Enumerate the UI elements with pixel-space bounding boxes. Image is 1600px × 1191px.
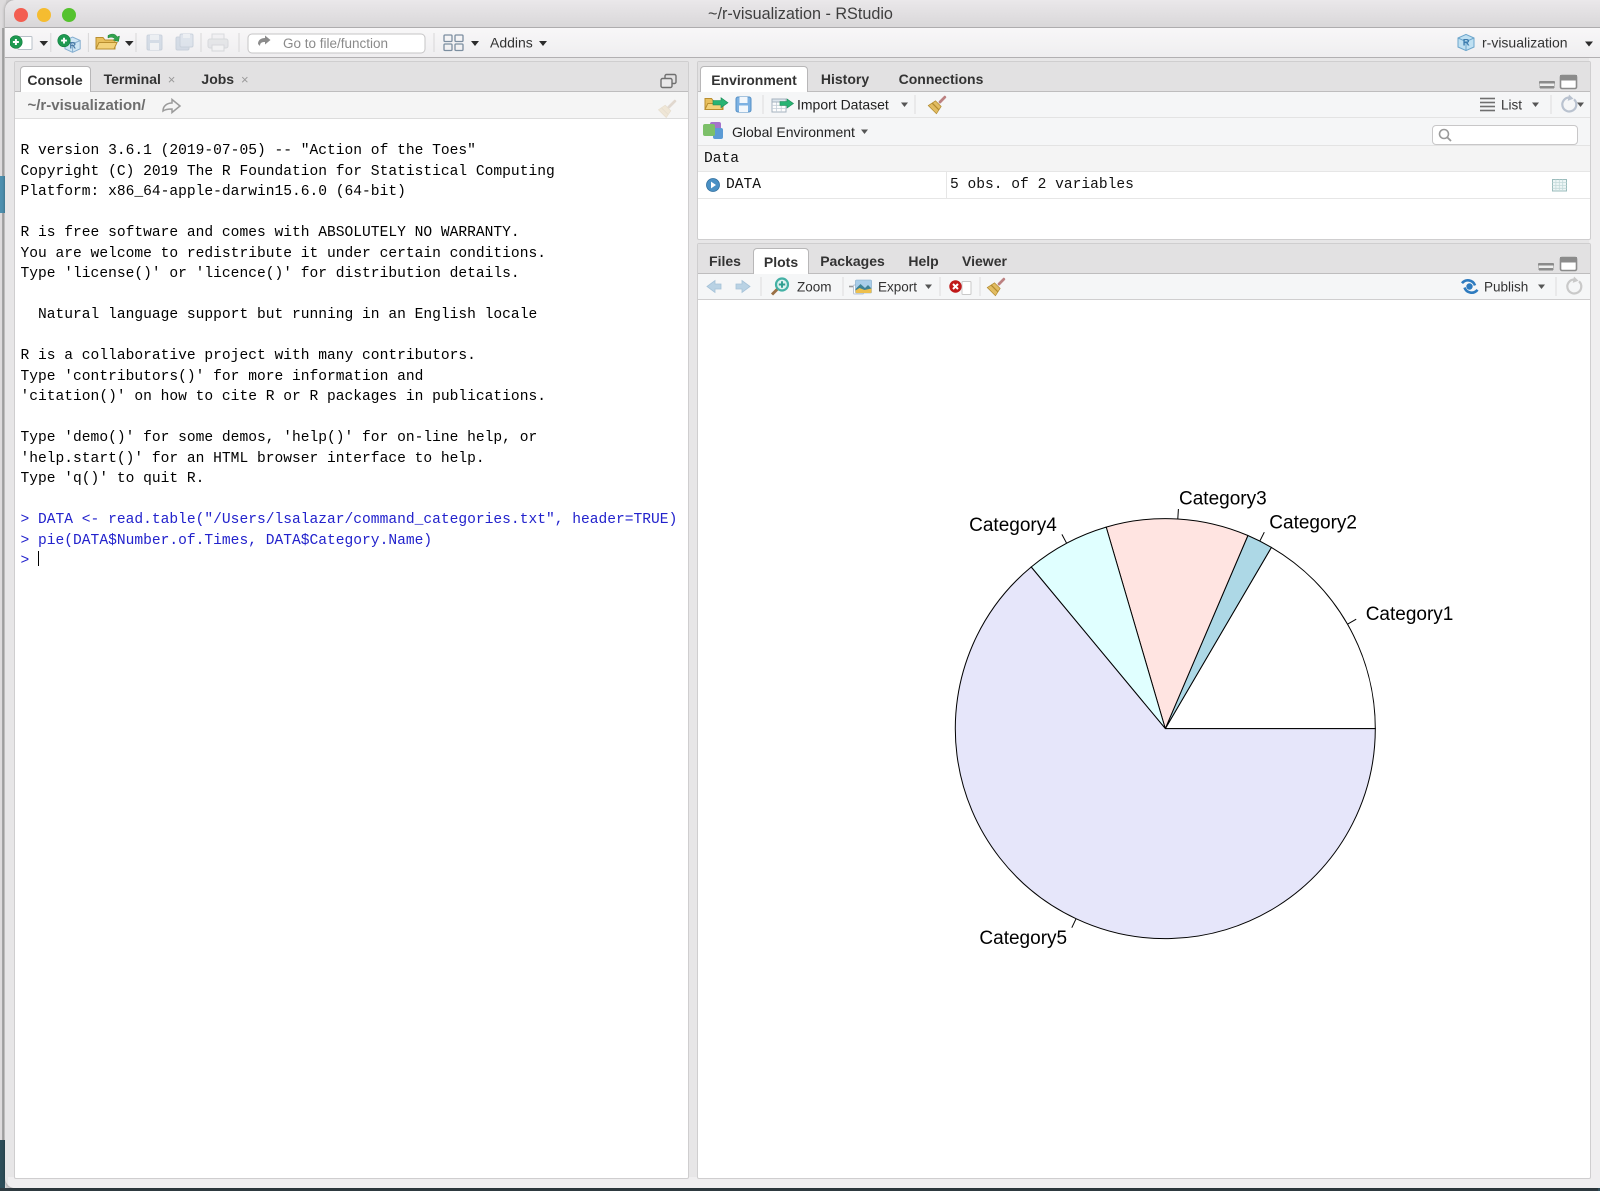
svg-text:R: R (70, 41, 77, 51)
svg-text:Category3: Category3 (1179, 488, 1267, 509)
svg-text:Go to file/function: Go to file/function (283, 36, 388, 51)
svg-text:Category2: Category2 (1269, 513, 1357, 534)
svg-text:R: R (1463, 38, 1470, 49)
svg-text:Category5: Category5 (979, 928, 1067, 949)
svg-text:r-visualization: r-visualization (1482, 35, 1568, 51)
svg-text:Addins: Addins (490, 35, 533, 51)
svg-text:Publish: Publish (1484, 280, 1528, 295)
svg-text:Export: Export (878, 280, 917, 295)
svg-text:Global Environment: Global Environment (732, 124, 855, 140)
svg-text:Zoom: Zoom (797, 280, 832, 295)
svg-text:Import Dataset: Import Dataset (797, 97, 889, 113)
svg-text:List: List (1501, 98, 1522, 113)
svg-text:Category1: Category1 (1366, 604, 1454, 625)
svg-text:Category4: Category4 (969, 515, 1057, 536)
